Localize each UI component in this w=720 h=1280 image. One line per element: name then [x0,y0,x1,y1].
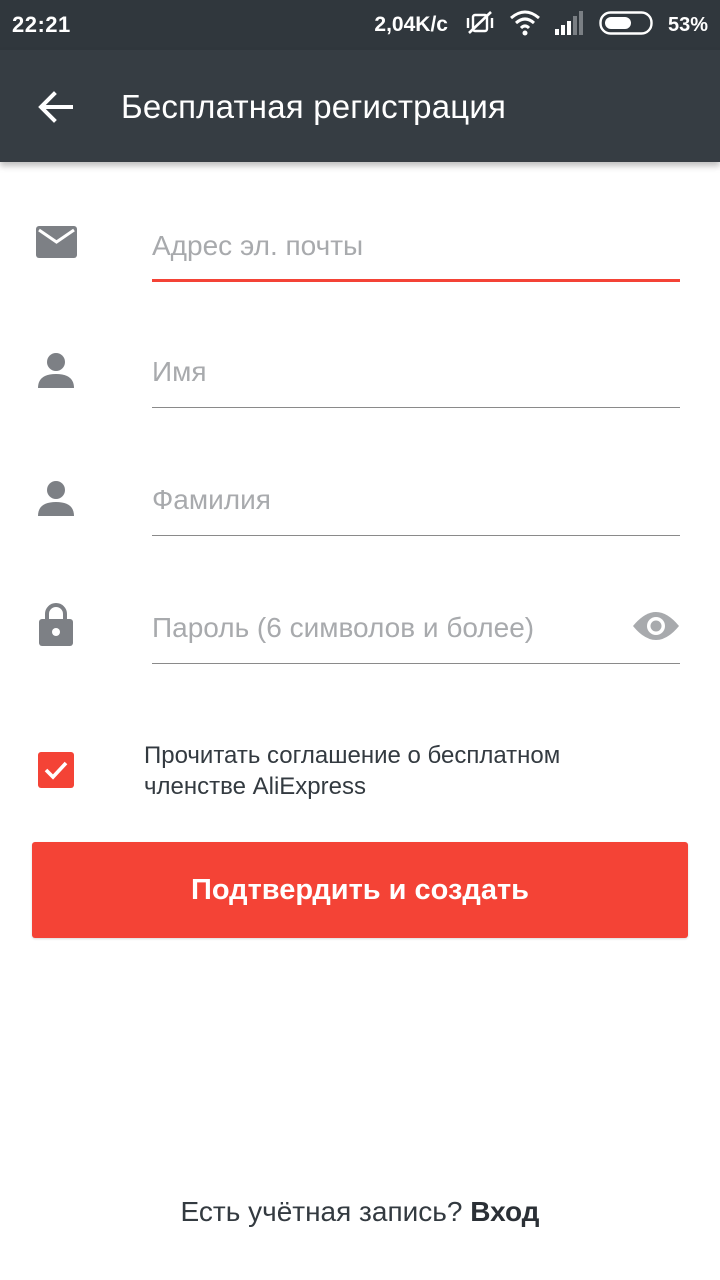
person-icon [38,352,74,393]
person-icon [38,480,74,521]
network-speed: 2,04K/с [374,13,448,36]
show-password-button[interactable] [632,610,680,644]
battery-percent: 53% [667,13,708,36]
first-name-input[interactable] [152,342,680,402]
agreement-checkbox[interactable] [38,752,74,788]
mail-icon [36,226,77,263]
email-field[interactable] [152,216,680,282]
mute-vibrate-icon [465,9,495,42]
first-name-field[interactable] [152,342,680,408]
login-link[interactable]: Вход [470,1196,539,1227]
page-title: Бесплатная регистрация [121,88,507,125]
footer: Есть учётная запись? Вход [0,1196,720,1228]
password-field[interactable] [152,598,680,664]
back-button[interactable] [30,82,80,132]
arrow-left-icon [38,91,73,123]
battery-icon [599,10,653,40]
eye-icon [633,612,679,640]
password-input[interactable] [152,598,622,658]
status-icons: 2,04K/с 53% [374,0,708,50]
last-name-field[interactable] [152,470,680,536]
signal-icon [554,10,585,40]
agreement-link[interactable]: Прочитать соглашение о бесплатном членст… [144,740,664,802]
status-bar: 22:21 2,04K/с 53% [0,0,720,50]
status-time: 22:21 [12,12,71,37]
last-name-input[interactable] [152,470,680,530]
wifi-icon [509,10,541,41]
app-bar: Бесплатная регистрация [0,50,720,162]
account-question: Есть учётная запись? [180,1196,471,1227]
lock-icon [39,602,73,651]
email-input[interactable] [152,216,680,276]
checkmark-icon [44,761,68,780]
submit-button[interactable]: Подтвердить и создать [32,842,688,938]
